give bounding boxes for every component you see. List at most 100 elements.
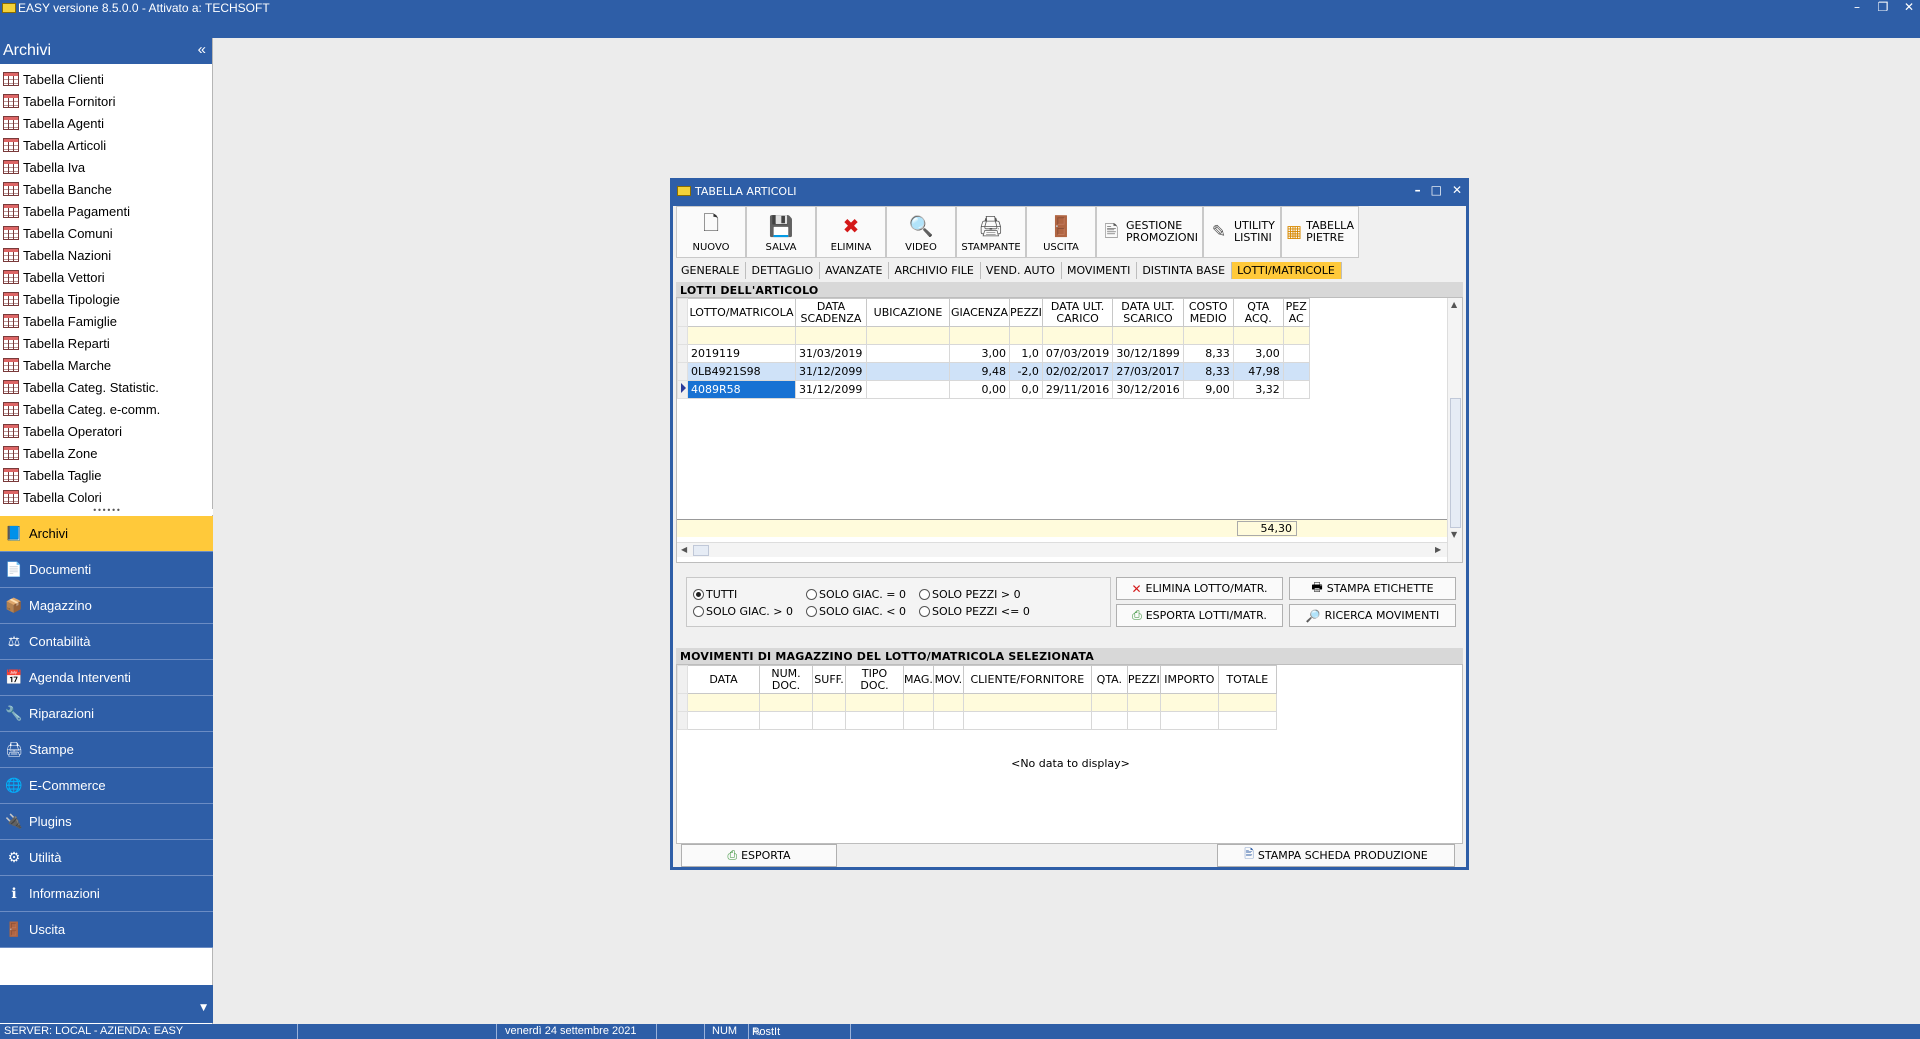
table-cell[interactable]: 9,00 (1182, 380, 1234, 399)
scroll-right-icon[interactable]: ▶ (1435, 545, 1441, 554)
table-cell[interactable]: 0,00 (949, 380, 1010, 399)
tree-item[interactable]: Tabella Operatori (0, 420, 212, 442)
tree-item[interactable]: Tabella Tipologie (0, 288, 212, 310)
filter-cell[interactable] (1090, 693, 1128, 712)
tree-item[interactable]: Tabella Pagamenti (0, 200, 212, 222)
toolbar-button[interactable]: ✎ UTILITY LISTINI (1203, 206, 1281, 258)
tree-item[interactable]: Tabella Colori (0, 486, 212, 508)
table-cell[interactable]: 1,0 (1009, 344, 1043, 363)
toolbar-button[interactable]: 🗋 NUOVO (676, 206, 746, 258)
filter-cell[interactable] (1282, 326, 1310, 345)
table-cell[interactable]: 07/03/2019 (1041, 344, 1114, 363)
chevron-down-icon[interactable]: ▼ (200, 1003, 207, 1013)
tree-item[interactable]: Tabella Clienti (0, 68, 212, 90)
filter-radio[interactable]: SOLO GIAC. = 0 (806, 588, 906, 601)
scroll-down-icon[interactable]: ▼ (1451, 530, 1457, 539)
filter-cell[interactable] (1159, 693, 1219, 712)
filter-cell[interactable] (866, 326, 950, 345)
column-header[interactable]: DATA ULT. SCARICO (1112, 298, 1184, 327)
dialog-maximize-icon[interactable]: □ (1431, 183, 1442, 197)
tab-generale[interactable]: GENERALE (676, 262, 747, 279)
column-header[interactable]: MOV. (932, 665, 964, 694)
dialog-close-icon[interactable]: ✕ (1452, 183, 1462, 197)
column-header[interactable]: MAG. (903, 665, 934, 694)
tree-item[interactable]: Tabella Reparti (0, 332, 212, 354)
tab-archivio-file[interactable]: ARCHIVIO FILE (889, 262, 981, 279)
esporta-button[interactable]: ⎙ ESPORTA (681, 844, 837, 867)
column-header[interactable]: CLIENTE/FORNITORE (962, 665, 1092, 694)
table-cell[interactable]: 30/12/2016 (1112, 380, 1184, 399)
scroll-up-icon[interactable]: ▲ (1451, 300, 1457, 309)
table-cell[interactable]: 27/03/2017 (1112, 362, 1184, 381)
filter-radio[interactable]: SOLO GIAC. < 0 (806, 605, 906, 618)
tab-avanzate[interactable]: AVANZATE (820, 262, 890, 279)
filter-cell[interactable] (1182, 326, 1234, 345)
tree-item[interactable]: Tabella Iva (0, 156, 212, 178)
tree-item[interactable]: Tabella Zone (0, 442, 212, 464)
filter-cell[interactable] (949, 326, 1010, 345)
restore-icon[interactable]: ❐ (1876, 0, 1890, 14)
elimina-lotto-button[interactable]: ✕ ELIMINA LOTTO/MATR. (1116, 577, 1283, 600)
vscroll-thumb[interactable] (1450, 398, 1461, 528)
nav-item[interactable]: ⚖ Contabilità (0, 624, 213, 660)
column-header[interactable]: IMPORTO (1159, 665, 1219, 694)
table-cell[interactable]: -2,0 (1009, 362, 1043, 381)
column-header[interactable]: LOTTO/MATRICOLA (687, 298, 796, 327)
minimize-icon[interactable]: – (1850, 0, 1864, 14)
filter-cell[interactable] (759, 693, 813, 712)
filter-cell[interactable] (1217, 693, 1277, 712)
toolbar-button[interactable]: 🖨 STAMPANTE (956, 206, 1026, 258)
column-header[interactable]: QTA ACQ. (1232, 298, 1284, 327)
tab-lotti-matricole[interactable]: LOTTI/MATRICOLE (1232, 262, 1342, 279)
column-header[interactable]: GIACENZA (949, 298, 1010, 327)
stampa-etichette-button[interactable]: 🖶 STAMPA ETICHETTE (1289, 577, 1456, 600)
column-header[interactable]: DATA (687, 665, 760, 694)
table-cell[interactable] (1282, 362, 1310, 381)
toolbar-button[interactable]: ▦ TABELLA PIETRE (1281, 206, 1359, 258)
tree-item[interactable]: Tabella Nazioni (0, 244, 212, 266)
dialog-minimize-icon[interactable]: – (1415, 183, 1421, 197)
table-cell[interactable]: 4089R58 (687, 380, 796, 399)
sidebar-splitter[interactable]: •••••• (0, 507, 213, 515)
column-header[interactable]: SUFF. (812, 665, 846, 694)
nav-item[interactable]: 🖨 Stampe (0, 732, 213, 768)
column-header[interactable]: UBICAZIONE (866, 298, 950, 327)
table-cell[interactable]: 8,33 (1182, 362, 1234, 381)
table-row[interactable]: 0LB4921S98 31/12/2099 9,48 -2,0 02/02/2017 27… (677, 362, 1310, 381)
close-icon[interactable]: ✕ (1902, 0, 1916, 14)
table-cell[interactable]: 31/12/2099 (795, 362, 867, 381)
column-header[interactable]: QTA. (1090, 665, 1128, 694)
tree-item[interactable]: Tabella Agenti (0, 112, 212, 134)
toolbar-button[interactable]: 🚪 USCITA (1026, 206, 1096, 258)
filter-cell[interactable] (812, 693, 846, 712)
table-cell[interactable]: 8,33 (1182, 344, 1234, 363)
filter-cell[interactable] (1009, 326, 1043, 345)
column-header[interactable]: TOTALE (1217, 665, 1277, 694)
filter-radio[interactable]: SOLO PEZZI > 0 (919, 588, 1021, 601)
esporta-lotti-button[interactable]: ⎙ ESPORTA LOTTI/MATR. (1116, 604, 1283, 627)
filter-cell[interactable] (687, 693, 760, 712)
table-cell[interactable]: 0,0 (1009, 380, 1043, 399)
collapse-icon[interactable]: « (198, 41, 206, 58)
nav-item[interactable]: 📦 Magazzino (0, 588, 213, 624)
toolbar-button[interactable]: 💾 SALVA (746, 206, 816, 258)
nav-item[interactable]: 📄 Documenti (0, 552, 213, 588)
tree-item[interactable]: Tabella Vettori (0, 266, 212, 288)
nav-item[interactable]: 🔌 Plugins (0, 804, 213, 840)
lotti-horizontal-scrollbar[interactable]: ◀ ▶ (677, 542, 1447, 557)
filter-cell[interactable] (1041, 326, 1114, 345)
hscroll-thumb[interactable] (693, 545, 709, 556)
nav-item[interactable]: 🌐 E-Commerce (0, 768, 213, 804)
filter-radio[interactable]: SOLO GIAC. > 0 (693, 605, 793, 618)
tree-item[interactable]: Tabella Taglie (0, 464, 212, 486)
column-header[interactable]: PEZZI (1009, 298, 1043, 327)
filter-radio[interactable]: TUTTI (693, 588, 737, 601)
filter-cell[interactable] (962, 693, 1092, 712)
table-cell[interactable]: 2019119 (687, 344, 796, 363)
table-cell[interactable]: 02/02/2017 (1041, 362, 1114, 381)
table-cell[interactable]: 3,32 (1232, 380, 1284, 399)
table-cell[interactable]: 3,00 (1232, 344, 1284, 363)
nav-item[interactable]: ℹ Informazioni (0, 876, 213, 912)
table-cell[interactable] (866, 380, 950, 399)
tree-item[interactable]: Tabella Banche (0, 178, 212, 200)
